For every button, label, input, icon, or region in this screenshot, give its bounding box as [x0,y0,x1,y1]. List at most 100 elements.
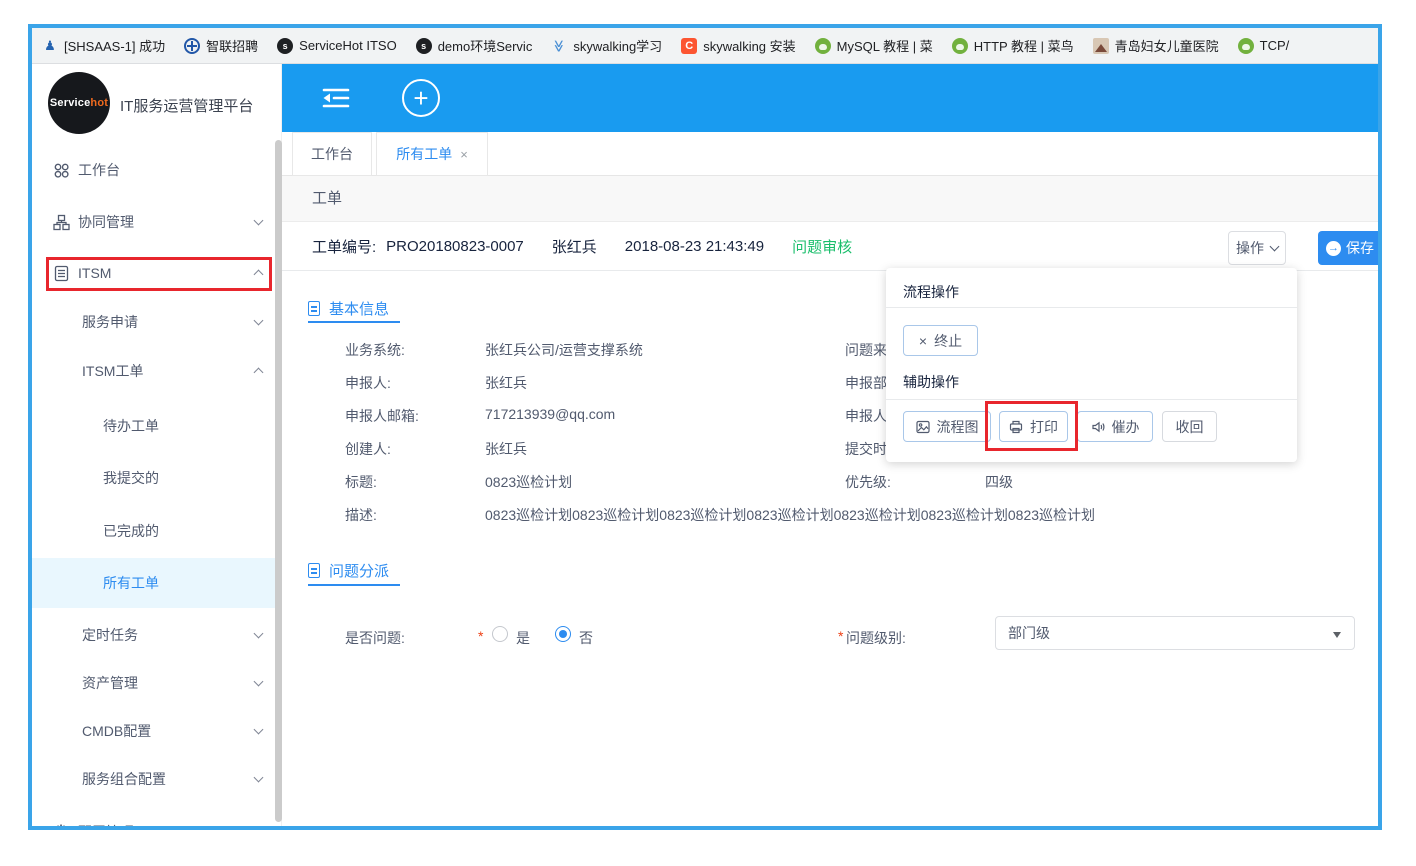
bookmark-item[interactable]: [SHSAAS-1] 成功 [42,36,165,55]
chevron-down-icon [254,826,264,830]
sidebar-item-itsm[interactable]: ITSM [32,253,282,293]
radio-no[interactable] [555,626,571,642]
sidebar-item-config-mgmt[interactable]: 配置管理 [32,812,282,830]
sidebar-item-collab[interactable]: 协同管理 [32,202,282,242]
problem-level-select[interactable]: 部门级 [995,616,1355,650]
top-header-bar: + [282,64,1382,132]
terminate-button[interactable]: × 终止 [903,325,978,356]
printer-icon [1009,420,1023,434]
order-detail-panel: 工单编号: PRO20180823-0007 张红兵 2018-08-23 21… [282,222,1382,830]
bookmark-item[interactable]: skywalking学习 [551,36,662,55]
popup-section-title: 辅助操作 [903,372,959,392]
field-label: 问题来 [845,340,887,360]
bookmark-item[interactable]: 青岛妇女儿童医院 [1093,36,1219,55]
sidebar-item-workbench[interactable]: 工作台 [32,150,282,190]
withdraw-button[interactable]: 收回 [1162,411,1217,442]
menu-collapse-icon[interactable] [320,86,352,110]
print-button[interactable]: 打印 [999,411,1068,442]
flowchart-button[interactable]: 流程图 [903,411,991,442]
sidebar-item-completed[interactable]: 已完成的 [32,511,282,551]
field-label: 优先级: [845,472,891,492]
flowchart-image-icon [916,420,930,434]
chevron-down-icon [254,677,264,687]
sidebar-item-service-request[interactable]: 服务申请 [32,302,282,342]
bookmark-item[interactable]: skywalking 安装 [681,36,795,55]
sidebar-scrollbar[interactable] [275,140,282,822]
sidebar-item-todo-orders[interactable]: 待办工单 [32,406,282,446]
add-tab-icon[interactable]: + [402,79,440,117]
radio-yes[interactable] [492,626,508,642]
sidebar-item-service-combo-config[interactable]: 服务组合配置 [32,759,282,799]
field-value: 四级 [985,472,1013,492]
bookmark-item[interactable]: MySQL 教程 | 菜 [815,36,933,55]
globe-icon [184,38,200,54]
order-number-label: 工单编号: [312,236,376,257]
action-dropdown-button[interactable]: 操作 [1228,231,1286,265]
field-label: 申报人邮箱: [345,406,419,426]
tab-workbench[interactable]: 工作台 [292,132,372,176]
speaker-icon [1091,420,1105,434]
field-label: 描述: [345,505,377,525]
gear-icon [52,823,70,830]
platform-title: IT服务运营管理平台 [120,95,253,116]
document-icon [308,563,320,578]
field-label: 申报人 [845,406,887,426]
chevron-down-icon [254,629,264,639]
chevron-down-icon [254,316,264,326]
bookmarks-bar: [SHSAAS-1] 成功 智联招聘 ServiceHot ITSO demo环… [32,28,1382,64]
section-underline [308,584,400,586]
save-button[interactable]: → 保存 [1318,231,1382,265]
chevron-down-icon [254,216,264,226]
runoob-green-icon [815,38,831,54]
sidebar-item-itsm-orders[interactable]: ITSM工单 [32,351,282,391]
radio-no-label[interactable]: 否 [579,628,593,648]
status-badge: 问题审核 [792,236,852,257]
bookmark-item[interactable]: demo环境Servic [416,36,533,55]
tab-all-orders[interactable]: 所有工单 × [376,132,488,176]
field-value: 0823巡检计划 [485,472,572,492]
x-icon: × [919,333,927,349]
order-header: 工单编号: PRO20180823-0007 张红兵 2018-08-23 21… [312,236,852,257]
field-label: 申报人: [345,373,391,393]
breadcrumb: 工单 [282,176,1382,222]
field-label: 问题级别: [846,628,906,648]
field-value: 张红兵 [485,373,527,393]
servicehot-logo: Servicehot [48,72,110,134]
section-problem-dispatch: 问题分派 [308,560,389,581]
radio-yes-label[interactable]: 是 [516,628,530,648]
sidebar-item-asset-mgmt[interactable]: 资产管理 [32,663,282,703]
close-icon[interactable]: × [460,147,468,162]
sidebar-item-scheduled-tasks[interactable]: 定时任务 [32,615,282,655]
bookmark-item[interactable]: 智联招聘 [184,36,258,55]
csdn-icon [681,38,697,54]
field-value: 0823巡检计划0823巡检计划0823巡检计划0823巡检计划0823巡检计划… [485,505,1095,525]
field-label: 是否问题: [345,628,405,648]
chevron-up-icon [254,368,264,378]
sidebar-item-cmdb-config[interactable]: CMDB配置 [32,711,282,751]
select-arrow-icon [1333,632,1341,638]
field-value: 张红兵 [485,439,527,459]
sidebar-item-all-orders[interactable]: 所有工单 [32,558,282,608]
section-underline [308,321,400,323]
sidebar-item-my-submitted[interactable]: 我提交的 [32,458,282,498]
jira-person-icon [42,38,58,54]
image-icon [1093,38,1109,54]
skywalking-wings-icon [551,38,567,54]
urge-button[interactable]: 催办 [1077,411,1153,442]
servicehot-dark-icon [277,38,293,54]
chevron-up-icon [254,270,264,280]
action-dropdown-menu: 流程操作 × 终止 辅助操作 流程图 打印 催办 收回 [886,268,1297,462]
field-value: 717213939@qq.com [485,406,615,422]
chevron-down-icon [254,725,264,735]
servicehot-dark-icon [416,38,432,54]
bookmark-item[interactable]: TCP/ [1238,38,1290,54]
order-number: PRO20180823-0007 [386,238,524,255]
sidebar: Servicehot IT服务运营管理平台 工作台 协同管理 ITSM 服务申请… [32,64,282,830]
browser-window-frame: [SHSAAS-1] 成功 智联招聘 ServiceHot ITSO demo环… [28,24,1382,830]
bookmark-item[interactable]: ServiceHot ITSO [277,38,397,54]
field-value: 张红兵公司/运营支撑系统 [485,340,643,360]
chevron-down-icon [1270,242,1280,252]
field-label: 标题: [345,472,377,492]
bookmark-item[interactable]: HTTP 教程 | 菜鸟 [952,36,1074,55]
divider [886,307,1297,308]
